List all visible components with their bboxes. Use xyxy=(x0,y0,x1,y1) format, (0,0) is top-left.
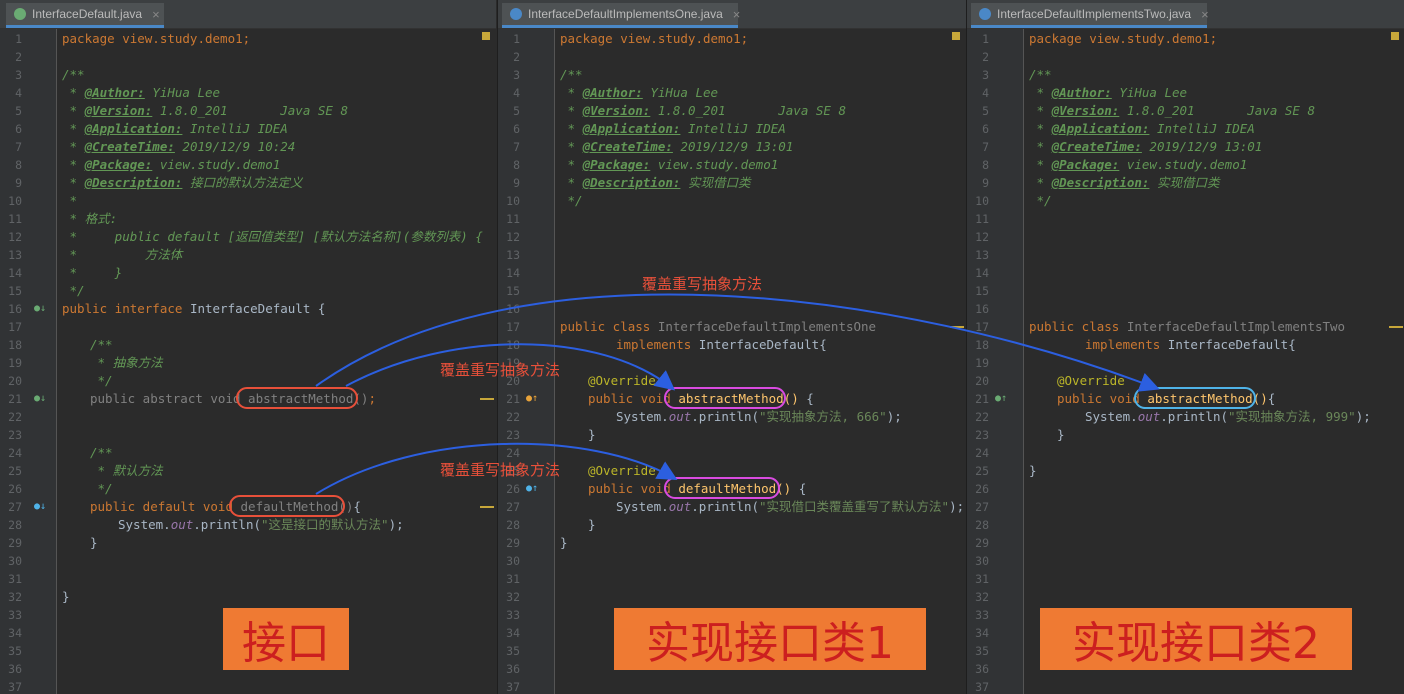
override-note-top: 覆盖重写抽象方法 xyxy=(642,275,763,293)
arrow-overlay xyxy=(315,293,1160,495)
label-interface: 接口 xyxy=(223,608,349,670)
label-impl-one: 实现接口类1 xyxy=(614,608,926,670)
override-note-bottom: 覆盖重写抽象方法 xyxy=(440,461,561,479)
override-note-middle: 覆盖重写抽象方法 xyxy=(440,361,561,379)
label-impl-two: 实现接口类2 xyxy=(1040,608,1352,670)
